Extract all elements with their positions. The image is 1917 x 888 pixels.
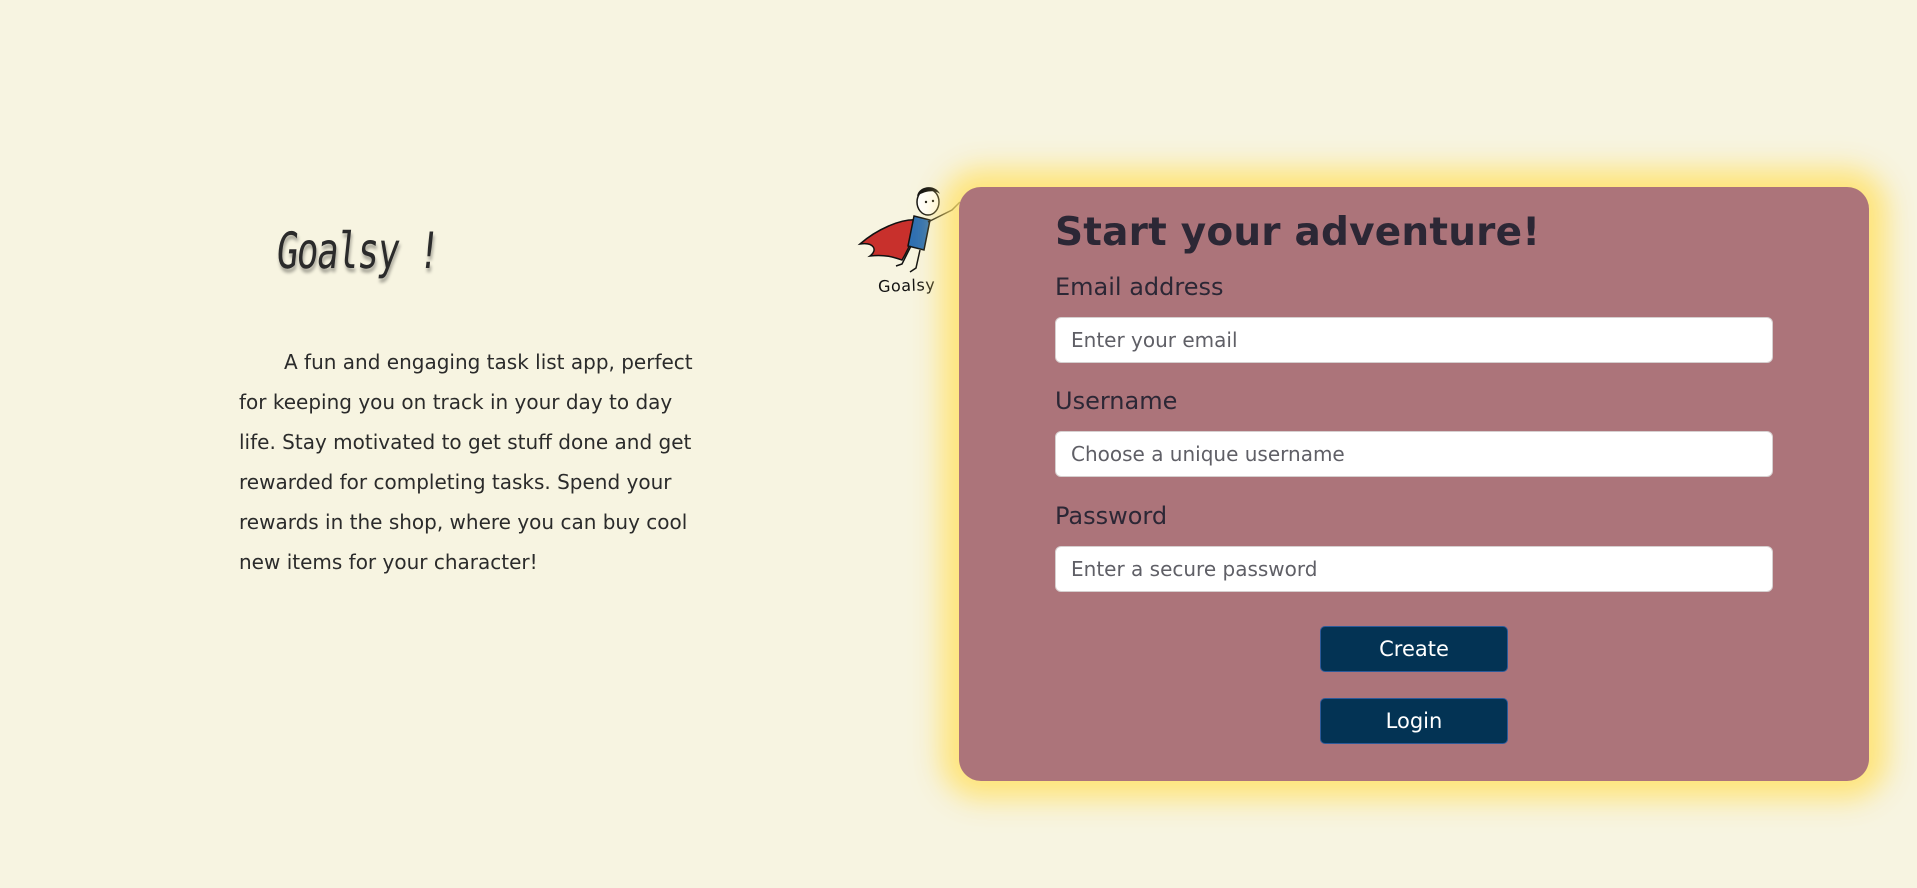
brand-title: Goalsy !	[273, 222, 442, 280]
signup-page: Goalsy ! A fun and engaging task list ap…	[0, 0, 1917, 888]
email-label: Email address	[1055, 273, 1224, 301]
login-button[interactable]: Login	[1320, 698, 1508, 744]
create-button[interactable]: Create	[1320, 626, 1508, 672]
mascot-caption: Goalsy	[877, 275, 936, 296]
password-field[interactable]	[1055, 546, 1773, 592]
app-description: A fun and engaging task list app, perfec…	[239, 350, 693, 574]
email-field[interactable]	[1055, 317, 1773, 363]
password-label: Password	[1055, 502, 1168, 530]
signup-card: Start your adventure! Email address User…	[959, 187, 1869, 781]
username-label: Username	[1055, 387, 1178, 415]
signup-title: Start your adventure!	[1055, 210, 1541, 255]
username-field[interactable]	[1055, 431, 1773, 477]
